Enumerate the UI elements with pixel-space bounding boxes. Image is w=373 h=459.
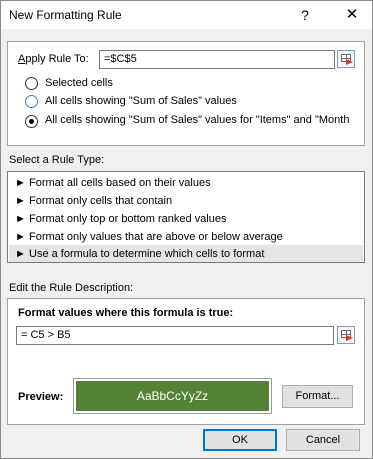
apply-rule-ref-button[interactable] xyxy=(337,50,355,68)
title-bar: New Formatting Rule ? ✕ xyxy=(1,1,372,29)
preview-label: Preview: xyxy=(18,391,64,403)
cancel-button[interactable]: Cancel xyxy=(286,429,360,451)
radio-all-cells-items-month[interactable] xyxy=(25,115,38,128)
rule-description-label: Edit the Rule Description: xyxy=(9,282,134,294)
help-icon[interactable]: ? xyxy=(295,5,315,25)
preview-box: AaBbCcYyZz xyxy=(73,378,272,414)
rule-type-item[interactable]: ► Format all cells based on their values xyxy=(9,174,363,192)
rule-type-item-label: Format all cells based on their values xyxy=(29,177,211,189)
arrow-bullet-icon: ► xyxy=(15,177,26,189)
arrow-bullet-icon: ► xyxy=(15,213,26,225)
rule-type-item[interactable]: ► Format only cells that contain xyxy=(9,192,363,210)
rule-type-label: Select a Rule Type: xyxy=(9,154,105,166)
arrow-bullet-icon: ► xyxy=(15,195,26,207)
radio-all-cells-sum-of-sales[interactable] xyxy=(25,95,38,108)
rule-type-item-label: Format only cells that contain xyxy=(29,195,173,207)
radio-selected-cells-label: Selected cells xyxy=(45,77,113,89)
apply-rule-input[interactable]: =$C$5 xyxy=(99,50,335,69)
rule-type-item-label: Format only values that are above or bel… xyxy=(29,231,283,243)
formula-input[interactable]: = C5 > B5 xyxy=(16,326,334,345)
format-button[interactable]: Format... xyxy=(282,385,353,408)
apply-rule-label-text: pply Rule To: xyxy=(25,53,89,65)
close-icon[interactable]: ✕ xyxy=(342,5,362,25)
formula-label: Format values where this formula is true… xyxy=(18,307,234,319)
preview-sample-text: AaBbCcYyZz xyxy=(76,381,269,411)
new-formatting-rule-dialog: New Formatting Rule ? ✕ Apply Rule To: =… xyxy=(0,0,373,459)
rule-type-item-label: Use a formula to determine which cells t… xyxy=(29,248,265,260)
apply-rule-label: Apply Rule To: xyxy=(18,53,89,65)
rule-type-list: ► Format all cells based on their values … xyxy=(7,171,365,263)
rule-type-item[interactable]: ► Format only top or bottom ranked values xyxy=(9,210,363,228)
rule-type-item[interactable]: ► Format only values that are above or be… xyxy=(9,228,363,246)
formula-ref-button[interactable] xyxy=(337,326,355,344)
radio-all-cells-items-month-label: All cells showing "Sum of Sales" values … xyxy=(45,114,350,126)
radio-selected-cells[interactable] xyxy=(25,77,38,90)
radio-all-cells-sum-of-sales-label: All cells showing "Sum of Sales" values xyxy=(45,95,237,107)
arrow-bullet-icon: ► xyxy=(15,248,26,260)
ok-button[interactable]: OK xyxy=(203,429,277,451)
rule-type-item-selected[interactable]: ► Use a formula to determine which cells … xyxy=(9,245,363,262)
window-title: New Formatting Rule xyxy=(9,8,122,22)
rule-type-item-label: Format only top or bottom ranked values xyxy=(29,213,227,225)
arrow-bullet-icon: ► xyxy=(15,231,26,243)
